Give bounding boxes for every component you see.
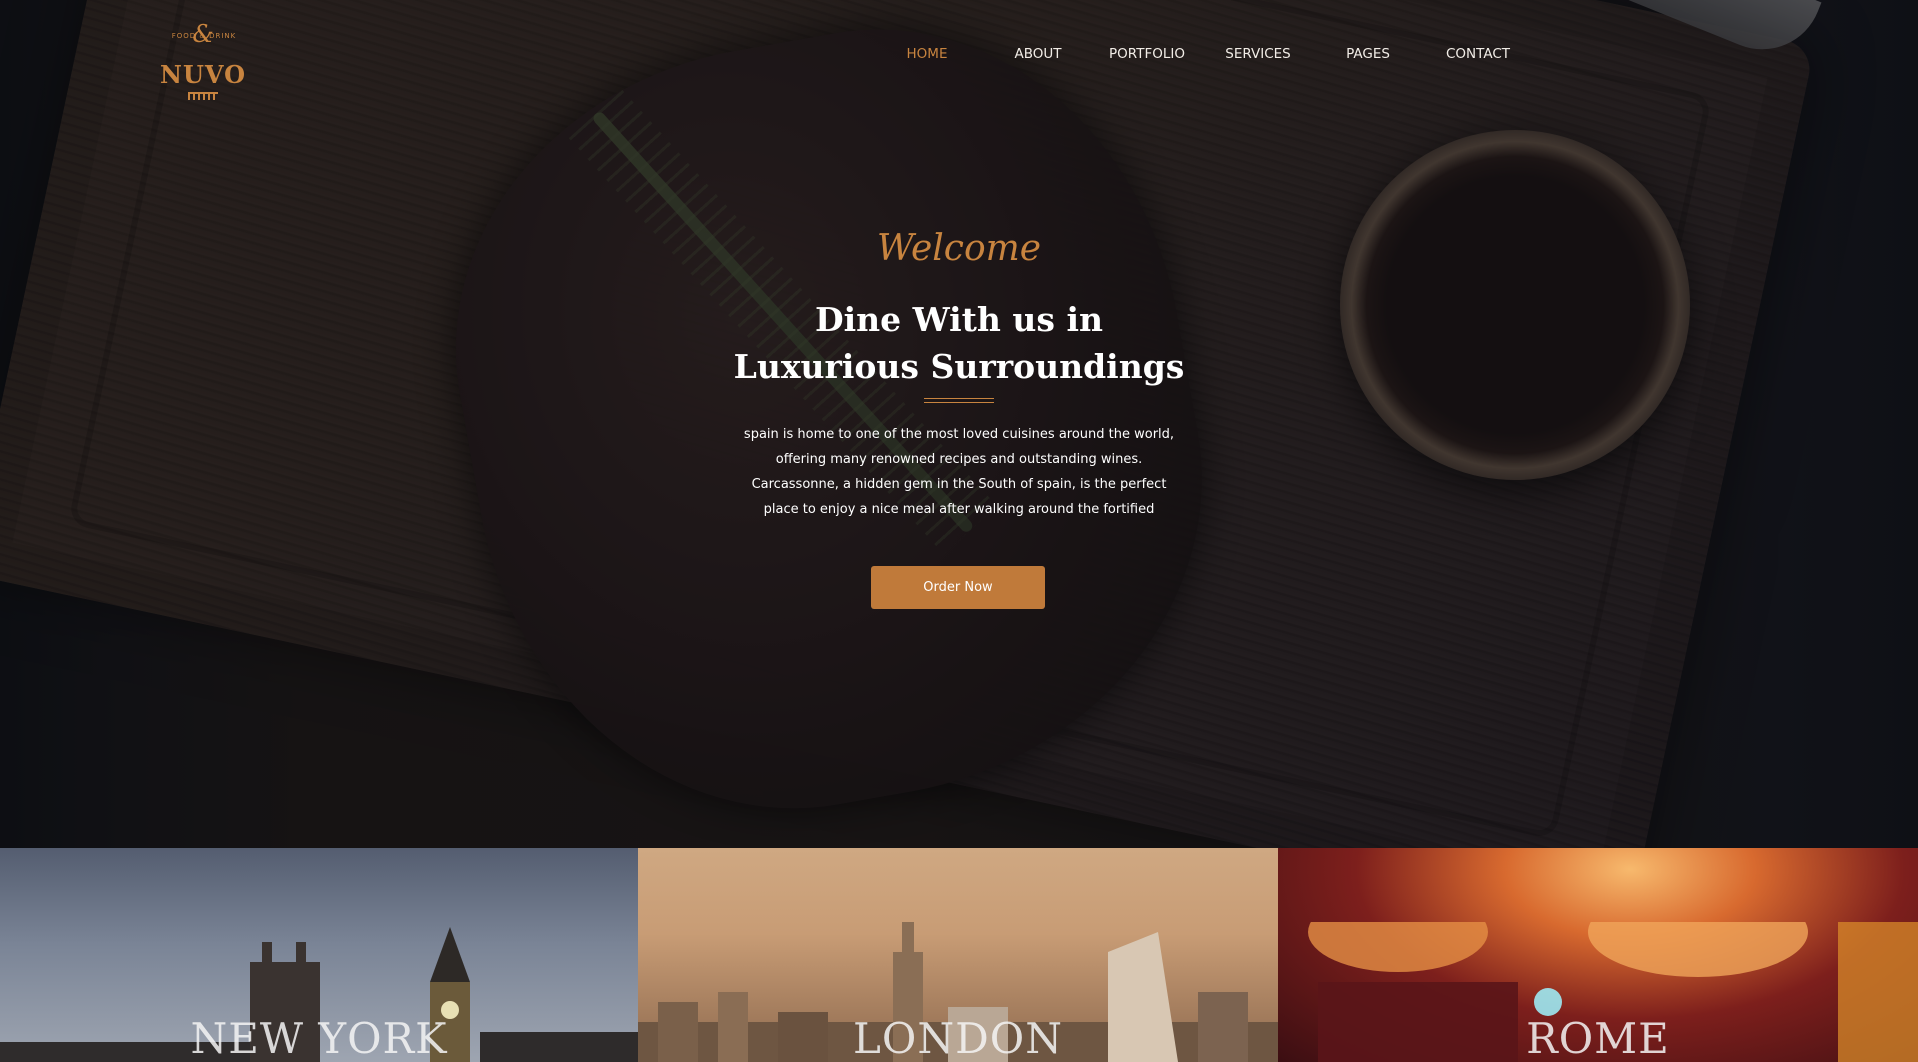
headline-line-2: Luxurious Surroundings (733, 347, 1185, 386)
nav-item-services[interactable]: SERVICES (1225, 46, 1290, 62)
city-name: ROME (1526, 1014, 1670, 1062)
order-now-button[interactable]: Order Now (871, 566, 1045, 609)
intro-line-3: Carcassonne, a hidden gem in the South o… (751, 477, 1167, 492)
main-nav: HOME ABOUT PORTFOLIO SERVICES PAGES CONT… (0, 46, 1918, 66)
nav-item-home[interactable]: HOME (907, 46, 948, 62)
intro-line-4: place to enjoy a nice meal after walking… (763, 502, 1155, 517)
headline-line-1: Dine With us in (815, 300, 1103, 339)
intro-line-2: offering many renowned recipes and outst… (775, 452, 1143, 467)
city-card-rome[interactable]: ROME (1278, 848, 1918, 1062)
headline-divider (924, 398, 994, 403)
hero-headline: Dine With us in Luxurious Surroundings (0, 296, 1918, 390)
city-name: LONDON (853, 1014, 1063, 1062)
city-name: NEW YORK (190, 1014, 448, 1062)
nav-item-portfolio[interactable]: PORTFOLIO (1109, 46, 1185, 62)
logo-ampersand: & (192, 20, 214, 48)
hero-intro: spain is home to one of the most loved c… (730, 422, 1188, 522)
city-card-london[interactable]: LONDON (638, 848, 1278, 1062)
nav-item-contact[interactable]: CONTACT (1446, 46, 1510, 62)
welcome-script: Welcome (876, 228, 1042, 269)
fork-icon (188, 92, 218, 100)
nav-item-pages[interactable]: PAGES (1346, 46, 1390, 62)
city-card-new-york[interactable]: NEW YORK (0, 848, 638, 1062)
nav-item-about[interactable]: ABOUT (1014, 46, 1061, 62)
intro-line-1: spain is home to one of the most loved c… (743, 427, 1175, 442)
hero-section: FOOD & DRINK & NUVO HOME ABOUT PORTFOLIO… (0, 0, 1918, 848)
